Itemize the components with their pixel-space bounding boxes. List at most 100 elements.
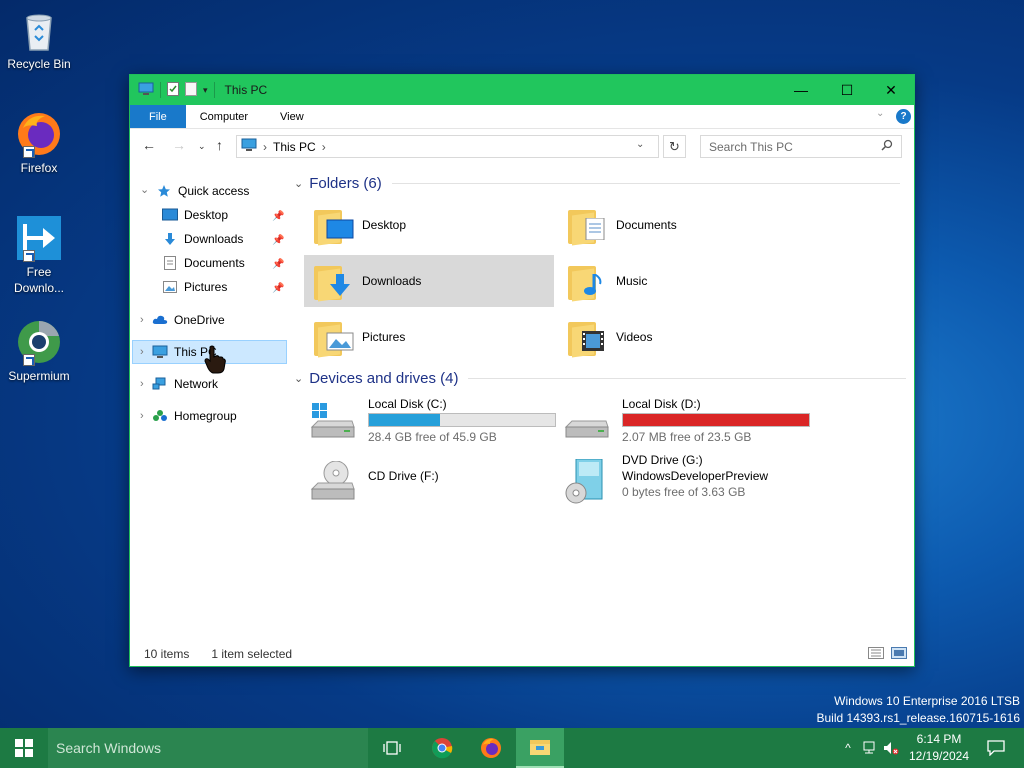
folders-header-label: Folders (6) (309, 175, 382, 192)
folder-label: Desktop (362, 218, 407, 232)
clock-time: 6:14 PM (916, 732, 962, 746)
file-explorer-window: ▾ This PC — ☐ ✕ File Computer View ⌄ ? ←… (129, 74, 915, 667)
desktop-icon-free-download-manager[interactable]: Free Downlo... (4, 214, 74, 296)
windows-drive-icon (310, 403, 356, 443)
desktop-icon-supermium[interactable]: Supermium (4, 318, 74, 384)
nav-item-pictures[interactable]: Pictures (162, 275, 227, 299)
recent-locations-chevron-icon[interactable]: ⌄ (198, 141, 206, 152)
folder-label: Documents (616, 218, 677, 232)
drives-header-label: Devices and drives (4) (309, 370, 459, 387)
nav-label: Documents (184, 256, 245, 270)
volume-muted-icon[interactable] (880, 741, 902, 755)
back-arrow-icon[interactable]: ← (142, 137, 156, 153)
toolbar-separator (160, 82, 161, 98)
maximize-button[interactable]: ☐ (824, 75, 870, 105)
nav-item-documents[interactable]: Documents (162, 251, 245, 275)
properties-icon[interactable] (167, 81, 179, 99)
breadcrumb-separator[interactable]: › (322, 140, 326, 154)
expand-chevron-icon[interactable]: › (140, 410, 144, 422)
taskbar: Search Windows ^ 6:14 PM 12/19/2024 (0, 728, 1024, 768)
desktop-icon-label: Firefox (20, 161, 58, 175)
taskbar-file-explorer-button[interactable] (516, 728, 564, 768)
tab-file[interactable]: File (130, 105, 186, 128)
action-center-button[interactable] (972, 728, 1020, 768)
recycle-bin-icon (15, 6, 63, 54)
tab-view[interactable]: View (262, 105, 318, 128)
refresh-icon[interactable]: ↻ (663, 135, 686, 158)
shortcut-arrow-icon (23, 250, 35, 262)
drive-free-space: 28.4 GB free of 45.9 GB (368, 430, 497, 444)
search-input[interactable]: Search This PC (700, 135, 902, 158)
nav-item-quick-access[interactable]: Quick access (156, 179, 249, 203)
collapse-chevron-icon[interactable]: ⌄ (294, 372, 303, 385)
folders-group-header[interactable]: ⌄ Folders (6) (294, 175, 900, 192)
large-icons-view-icon[interactable] (891, 647, 907, 662)
tab-computer[interactable]: Computer (186, 105, 262, 128)
drive-tile-g[interactable]: DVD Drive (G:) WindowsDeveloperPreview 0… (554, 453, 814, 509)
nav-item-downloads[interactable]: Downloads (162, 227, 243, 251)
taskbar-clock[interactable]: 6:14 PM 12/19/2024 (906, 731, 972, 765)
expand-ribbon-chevron-icon[interactable]: ⌄ (876, 108, 884, 119)
desktop-icon-label: Supermium (8, 369, 70, 383)
up-arrow-icon[interactable]: ↑ (216, 137, 223, 153)
new-folder-icon[interactable] (185, 81, 197, 99)
search-icon[interactable] (881, 139, 893, 154)
nav-item-desktop[interactable]: Desktop (162, 203, 228, 227)
taskbar-search-placeholder: Search Windows (56, 740, 162, 756)
start-button[interactable] (0, 728, 48, 768)
nav-item-onedrive[interactable]: OneDrive (152, 308, 225, 332)
breadcrumb-separator[interactable]: › (263, 140, 267, 154)
address-bar[interactable]: › This PC › ⌄ (236, 135, 659, 158)
taskbar-firefox-button[interactable] (467, 728, 515, 768)
folder-tile-videos[interactable]: Videos (558, 311, 808, 363)
folder-tile-music[interactable]: Music (558, 255, 808, 307)
folder-tile-pictures[interactable]: Pictures (304, 311, 554, 363)
downloads-folder-icon (314, 260, 354, 302)
expand-chevron-icon[interactable]: › (140, 314, 144, 326)
expand-chevron-icon[interactable]: › (140, 346, 144, 358)
drive-usage-bar (622, 413, 810, 427)
drive-tile-f[interactable]: CD Drive (F:) (300, 455, 560, 511)
show-hidden-icons-chevron-icon[interactable]: ^ (838, 741, 858, 755)
collapse-chevron-icon[interactable]: ⌄ (140, 183, 149, 196)
title-bar[interactable]: ▾ This PC — ☐ ✕ (130, 75, 914, 105)
drive-volume-label: WindowsDeveloperPreview (622, 469, 769, 483)
pictures-folder-icon (314, 316, 354, 358)
desktop-icon-firefox[interactable]: Firefox (4, 110, 74, 176)
taskbar-search-input[interactable]: Search Windows (48, 728, 368, 768)
file-explorer-icon (530, 740, 550, 755)
folder-tile-documents[interactable]: Documents (558, 199, 808, 251)
address-dropdown-chevron-icon[interactable]: ⌄ (636, 139, 644, 150)
collapse-chevron-icon[interactable]: ⌄ (294, 177, 303, 190)
pin-icon: 📌 (272, 283, 285, 294)
free-download-manager-icon (15, 214, 63, 262)
taskbar-chrome-button[interactable] (418, 728, 466, 768)
help-icon[interactable]: ? (896, 109, 911, 124)
nav-label: OneDrive (174, 313, 225, 327)
desktop-icon-recycle-bin[interactable]: Recycle Bin (4, 6, 74, 72)
details-view-icon[interactable] (868, 647, 884, 662)
drive-tile-c[interactable]: Local Disk (C:) 28.4 GB free of 45.9 GB (300, 397, 560, 453)
folder-tile-desktop[interactable]: Desktop (304, 199, 554, 251)
document-icon (162, 255, 178, 271)
drives-group-header[interactable]: ⌄ Devices and drives (4) (294, 370, 907, 387)
nav-item-homegroup[interactable]: Homegroup (152, 404, 237, 428)
drive-name: CD Drive (F:) (368, 469, 439, 483)
item-count: 10 items (144, 647, 190, 661)
network-status-icon[interactable] (858, 741, 880, 755)
minimize-button[interactable]: — (778, 75, 824, 105)
forward-arrow-icon[interactable]: → (172, 137, 186, 153)
network-icon (152, 376, 168, 392)
customize-toolbar-chevron-icon[interactable]: ▾ (203, 85, 208, 96)
breadcrumb-this-pc[interactable]: This PC (273, 140, 316, 154)
folder-label: Videos (616, 330, 653, 344)
drive-usage-fill (623, 414, 809, 426)
expand-chevron-icon[interactable]: › (140, 378, 144, 390)
navigation-pane: ⌄ Quick access Desktop 📌 Downloads 📌 Doc… (130, 175, 290, 635)
folder-tile-downloads[interactable]: Downloads (304, 255, 554, 307)
close-button[interactable]: ✕ (868, 75, 914, 105)
task-view-button[interactable] (368, 728, 416, 768)
drive-tile-d[interactable]: Local Disk (D:) 2.07 MB free of 23.5 GB (554, 397, 814, 453)
picture-icon (162, 279, 178, 295)
desktop-icon (162, 207, 178, 223)
